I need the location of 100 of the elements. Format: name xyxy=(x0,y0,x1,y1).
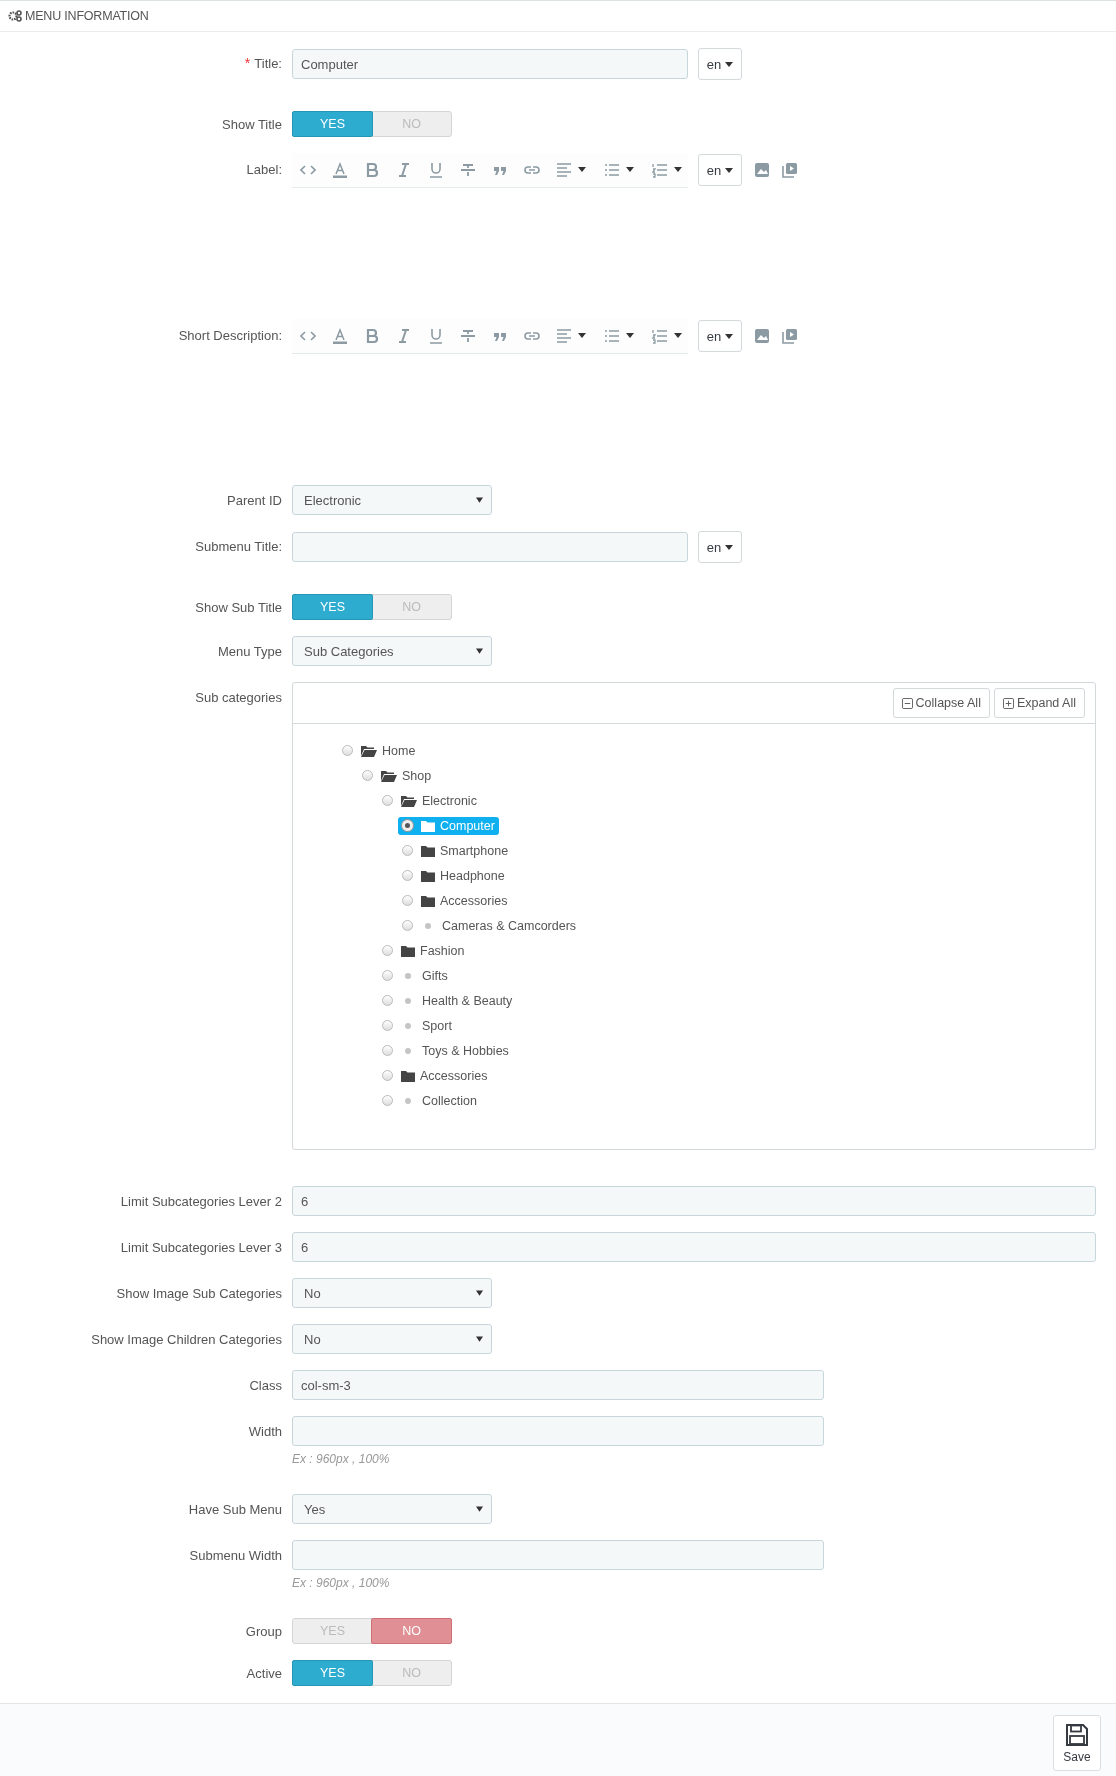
caret-icon[interactable] xyxy=(578,167,586,172)
caret-icon xyxy=(725,544,734,550)
caret-icon[interactable] xyxy=(674,333,682,338)
bullet-icon xyxy=(405,1022,411,1029)
video-icon[interactable] xyxy=(782,162,798,178)
language-dropdown[interactable]: en xyxy=(698,531,742,563)
tree-item-label: Accessories xyxy=(420,1068,488,1083)
caret-icon[interactable] xyxy=(578,333,586,338)
tree-item-label: Home xyxy=(382,743,416,758)
tree-item-label: Headphone xyxy=(440,868,505,883)
radio-button[interactable] xyxy=(382,1020,393,1031)
save-button[interactable]: Save xyxy=(1053,1715,1101,1771)
tree-item[interactable]: Headphone xyxy=(398,866,509,885)
field-label: Class xyxy=(249,1378,282,1393)
tree-item-label: Cameras & Camcorders xyxy=(442,918,577,933)
image-icon[interactable] xyxy=(754,328,770,344)
radio-button[interactable] xyxy=(382,995,393,1006)
tree-item[interactable]: Electronic xyxy=(378,791,481,810)
tree-item[interactable]: Accessories xyxy=(378,1066,492,1085)
underline-icon[interactable] xyxy=(428,161,444,178)
bullet-icon xyxy=(405,997,411,1004)
bullet-icon xyxy=(405,1047,411,1054)
hint-text: Ex : 960px , 100% xyxy=(292,1452,391,1468)
color-icon[interactable] xyxy=(332,161,348,178)
field-label: Limit Subcategories Lever 3 xyxy=(120,1240,282,1255)
underline-icon[interactable] xyxy=(428,327,444,344)
tree-item[interactable]: Gifts xyxy=(378,966,452,985)
collapse-all-button[interactable]: Collapse All xyxy=(892,688,990,718)
radio-button[interactable] xyxy=(382,795,393,806)
tree-item-label: Electronic xyxy=(422,793,477,808)
radio-button[interactable] xyxy=(382,1045,393,1056)
tree-item[interactable]: Home xyxy=(338,741,420,760)
tree-item[interactable]: Accessories xyxy=(398,891,512,910)
olist-icon[interactable] xyxy=(652,327,668,344)
color-icon[interactable] xyxy=(332,327,348,344)
dropdown[interactable]: Yes xyxy=(292,1494,492,1524)
tree-item[interactable]: Sport xyxy=(378,1016,456,1035)
field-label: Show Sub Title xyxy=(195,600,282,615)
expand-all-button[interactable]: Expand All xyxy=(993,688,1085,718)
radio-button[interactable] xyxy=(382,1070,393,1081)
radio-button[interactable] xyxy=(382,970,393,981)
italic-icon[interactable] xyxy=(396,161,412,178)
tree-item[interactable]: Smartphone xyxy=(398,841,513,860)
dropdown[interactable]: Electronic xyxy=(292,485,492,515)
tree-item[interactable]: Collection xyxy=(378,1091,481,1110)
tree-item-label: Computer xyxy=(440,818,495,833)
align-icon[interactable] xyxy=(556,161,572,178)
dropdown[interactable]: No xyxy=(292,1278,492,1308)
caret-icon[interactable] xyxy=(626,333,634,338)
minus-box-icon xyxy=(901,697,913,709)
bold-icon[interactable] xyxy=(364,327,380,344)
tree-item[interactable]: Shop xyxy=(358,766,436,785)
tree-item[interactable]: Fashion xyxy=(378,941,469,960)
align-icon[interactable] xyxy=(556,327,572,344)
caret-icon[interactable] xyxy=(626,167,634,172)
field-label: Parent ID xyxy=(227,493,282,508)
strike-icon[interactable] xyxy=(460,161,476,178)
strike-icon[interactable] xyxy=(460,327,476,344)
video-icon[interactable] xyxy=(782,328,798,344)
caret-icon xyxy=(725,333,734,339)
text-field[interactable]: 6 xyxy=(292,1186,1096,1216)
tree-item-label: Health & Beauty xyxy=(422,993,513,1008)
bold-icon[interactable] xyxy=(364,161,380,178)
radio-button[interactable] xyxy=(402,920,413,931)
text-field[interactable]: Computer xyxy=(292,49,688,79)
radio-button[interactable] xyxy=(382,1095,393,1106)
caret-icon[interactable] xyxy=(674,167,682,172)
bullet-icon xyxy=(425,922,431,929)
caret-icon xyxy=(476,1506,483,1512)
image-icon[interactable] xyxy=(754,162,770,178)
radio-button[interactable] xyxy=(402,870,413,881)
field-label: Show Title xyxy=(222,117,282,132)
radio-button[interactable] xyxy=(402,845,413,856)
radio-button[interactable] xyxy=(402,895,413,906)
language-dropdown[interactable]: en xyxy=(698,320,742,352)
radio-button[interactable] xyxy=(362,770,373,781)
language-dropdown[interactable]: en xyxy=(698,48,742,80)
tree-item[interactable]: Cameras & Camcorders xyxy=(398,916,581,935)
caret-icon xyxy=(725,167,734,173)
dropdown[interactable]: Sub Categories xyxy=(292,636,492,666)
bullet-icon xyxy=(405,972,411,979)
italic-icon[interactable] xyxy=(396,327,412,344)
text-field[interactable] xyxy=(292,1540,824,1570)
field-label: Have Sub Menu xyxy=(188,1502,282,1517)
olist-icon[interactable] xyxy=(652,161,668,178)
field-label: Sub categories xyxy=(195,690,282,705)
language-dropdown[interactable]: en xyxy=(698,154,742,186)
text-field[interactable]: col-sm-3 xyxy=(292,1370,824,1400)
tree-item[interactable]: Toys & Hobbies xyxy=(378,1041,513,1060)
text-field[interactable] xyxy=(292,1416,824,1446)
list-icon[interactable] xyxy=(604,161,620,178)
text-field[interactable]: 6 xyxy=(292,1232,1096,1262)
list-icon[interactable] xyxy=(604,327,620,344)
required-mark: * xyxy=(244,56,251,70)
tree-item[interactable]: Health & Beauty xyxy=(378,991,517,1010)
text-field[interactable] xyxy=(292,532,688,562)
field-label: Limit Subcategories Lever 2 xyxy=(120,1194,282,1209)
radio-button[interactable] xyxy=(342,745,353,756)
dropdown[interactable]: No xyxy=(292,1324,492,1354)
radio-button[interactable] xyxy=(382,945,393,956)
